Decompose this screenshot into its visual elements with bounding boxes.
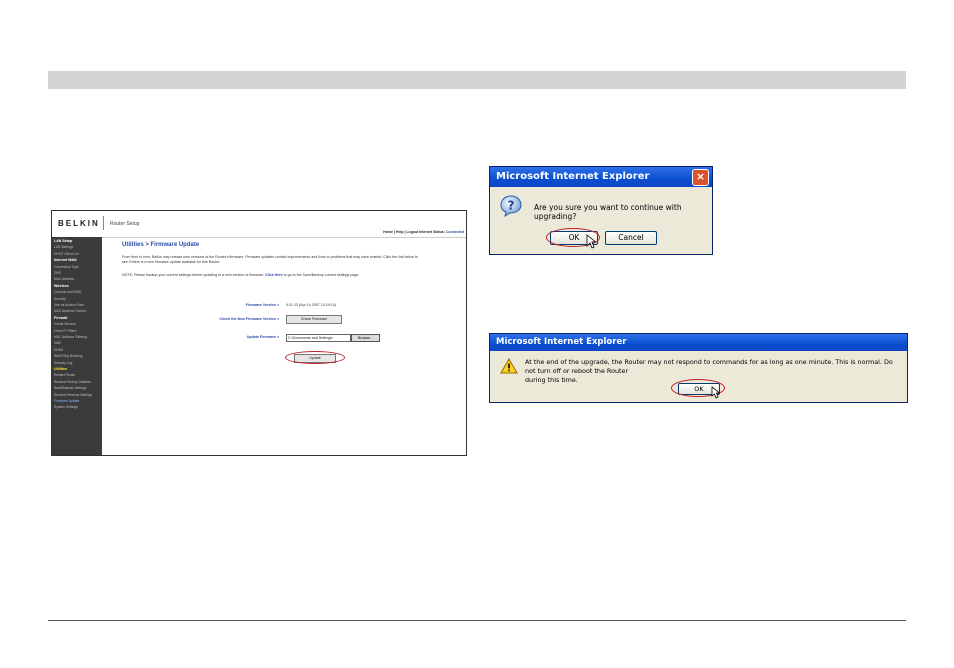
- router-top-links[interactable]: Home | Help | Logout Internet Status: Co…: [383, 230, 464, 234]
- router-setup-screenshot: BELKIN Router Setup Home | Help | Logout…: [51, 210, 467, 456]
- sidebar-item: Firewall: [54, 315, 68, 320]
- note-suffix: to go to the Save/Backup current setting…: [283, 273, 360, 277]
- dialog-title: Microsoft Internet Explorer: [496, 337, 627, 347]
- sidebar-item[interactable]: Virtual Servers: [54, 322, 76, 326]
- sidebar-item[interactable]: Save/Backup Settings: [54, 386, 86, 390]
- click-here-link[interactable]: Click Here: [265, 273, 283, 277]
- svg-text:?: ?: [508, 199, 515, 213]
- sidebar-item[interactable]: Use as Access Point: [54, 303, 84, 307]
- router-app-title: Router Setup: [110, 221, 140, 227]
- firmware-version-value: 4.01.13 (Apr 14 2007 10:29:14): [286, 303, 336, 307]
- sidebar-item[interactable]: DHCP Client List: [54, 252, 79, 256]
- firmware-version-label: Firmware Version >: [245, 303, 279, 307]
- confirm-message: Are you sure you want to continue with u…: [534, 203, 682, 221]
- sidebar-item[interactable]: Channel and SSID: [54, 290, 81, 294]
- sidebar-item[interactable]: WAN Ping Blocking: [54, 354, 82, 358]
- check-firmware-label: Check the New Firmware Version >: [219, 317, 279, 321]
- sidebar-item[interactable]: DDNS: [54, 348, 63, 352]
- intro-text: From time to time, Belkin may release ne…: [122, 255, 418, 264]
- header-bar: [48, 71, 906, 89]
- sidebar-item[interactable]: Restore Factory Defaults: [54, 380, 90, 384]
- cancel-button[interactable]: Cancel: [605, 231, 657, 245]
- dialog-title-bar: Microsoft Internet Explorer ×: [490, 167, 712, 187]
- sidebar-item[interactable]: Restore Previous Settings: [54, 393, 92, 397]
- sidebar-item[interactable]: Connection Type: [54, 265, 79, 269]
- sidebar-item: Internet WAN: [54, 258, 77, 263]
- connection-status: Connected: [445, 230, 464, 234]
- sidebar-item[interactable]: MAC Address Filtering: [54, 335, 87, 339]
- sidebar-item[interactable]: System Settings: [54, 405, 78, 409]
- sidebar-item[interactable]: DMZ: [54, 341, 61, 345]
- sidebar-item[interactable]: LAN Settings: [54, 245, 73, 249]
- mouse-cursor-icon: [711, 386, 720, 399]
- browse-button[interactable]: Browse...: [351, 334, 380, 342]
- sidebar-item[interactable]: DNS: [54, 271, 61, 275]
- update-highlight-ring: [285, 351, 345, 364]
- belkin-logo: BELKIN: [58, 219, 100, 228]
- router-sidebar: LAN Setup LAN Settings DHCP Client List Int…: [52, 237, 102, 455]
- backup-note: NOTE: Please backup your current setting…: [122, 273, 422, 278]
- sidebar-item[interactable]: Restart Router: [54, 373, 75, 377]
- firmware-file-input[interactable]: C:\Documents and Settings\: [286, 334, 351, 342]
- sidebar-item[interactable]: Firmware Update: [54, 399, 79, 403]
- footer-divider: [48, 620, 906, 621]
- dialog-title-bar: Microsoft Internet Explorer: [490, 334, 907, 351]
- warning-line-1: At the end of the upgrade, the Router ma…: [525, 358, 893, 375]
- sidebar-item: LAN Setup: [54, 239, 73, 243]
- router-header: BELKIN Router Setup Home | Help | Logout…: [52, 211, 466, 238]
- warning-dialog: Microsoft Internet Explorer At the end o…: [489, 333, 908, 403]
- router-main-panel: Utilities > Firmware Update From time to…: [102, 238, 466, 455]
- dialog-title: Microsoft Internet Explorer: [496, 171, 650, 182]
- sidebar-item[interactable]: MAC Address Control: [54, 309, 86, 313]
- note-prefix: NOTE: Please backup your current setting…: [122, 273, 265, 277]
- warning-icon: [500, 358, 518, 374]
- confirm-dialog: Microsoft Internet Explorer × ? Are you …: [489, 166, 713, 255]
- logo-divider: [103, 216, 104, 230]
- sidebar-item[interactable]: Security: [54, 297, 66, 301]
- top-links-text[interactable]: Home | Help | Logout Internet Status:: [383, 230, 446, 234]
- page-title: Utilities > Firmware Update: [122, 242, 200, 248]
- sidebar-item: Utilities: [54, 367, 67, 371]
- sidebar-item[interactable]: Client IP Filters: [54, 329, 76, 333]
- sidebar-item: Wireless: [54, 283, 69, 288]
- question-icon: ?: [500, 195, 522, 217]
- sidebar-item[interactable]: Security Log: [54, 361, 72, 365]
- close-icon[interactable]: ×: [692, 169, 709, 186]
- mouse-cursor-icon: [586, 234, 596, 249]
- update-firmware-label: Update Firmware >: [246, 335, 279, 339]
- sidebar-item[interactable]: MAC Address: [54, 277, 74, 281]
- check-firmware-button[interactable]: Check Firmware: [286, 315, 342, 324]
